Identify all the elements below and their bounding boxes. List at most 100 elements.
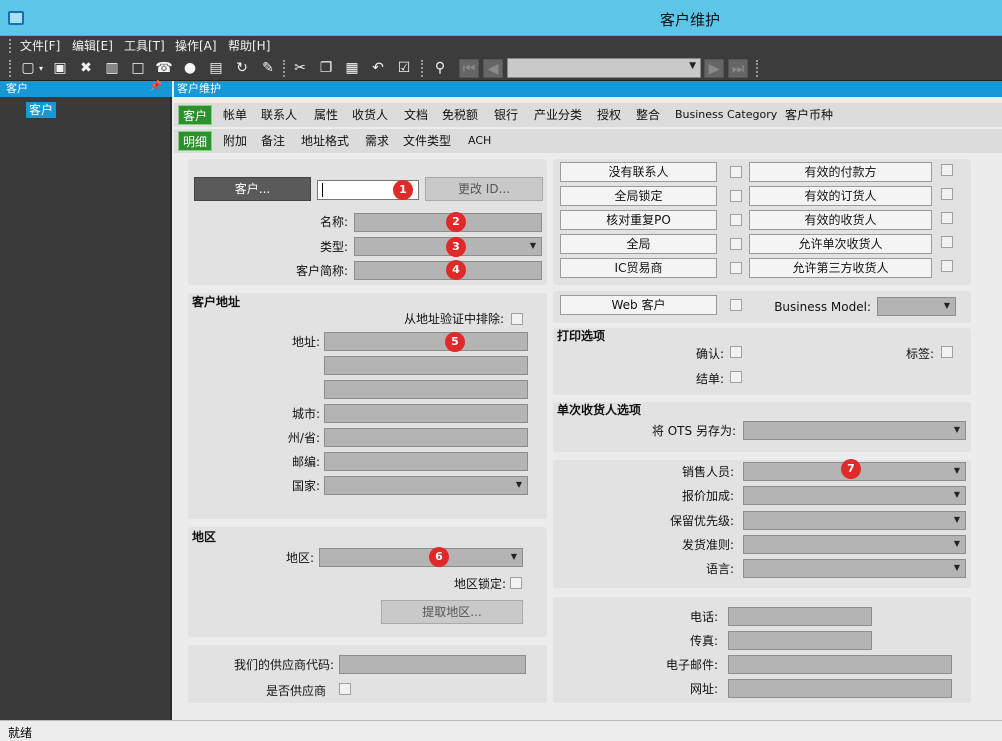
pin-icon[interactable]: 📌 xyxy=(150,81,162,92)
tab-file-types[interactable]: 文件类型 xyxy=(403,131,451,151)
address-line3-input[interactable] xyxy=(324,380,528,399)
menu-actions[interactable]: 操作[A] xyxy=(175,38,217,54)
tab-documents[interactable]: 文档 xyxy=(404,105,428,125)
email-input[interactable] xyxy=(728,655,952,674)
undo-icon[interactable]: ↶ xyxy=(368,59,388,78)
fetch-region-button[interactable]: 提取地区... xyxy=(381,600,523,624)
language-select[interactable]: ▼ xyxy=(743,559,966,578)
allow-third-party-shipto-button[interactable]: 允许第三方收货人 xyxy=(749,258,932,278)
tab-billing[interactable]: 帐单 xyxy=(223,105,247,125)
state-input[interactable] xyxy=(324,428,528,447)
paste-icon[interactable]: ▦ xyxy=(342,59,362,78)
tab-ach[interactable]: ACH xyxy=(468,131,491,151)
last-record-icon[interactable]: ⏭ xyxy=(728,59,748,78)
checklist-icon[interactable]: ☑ xyxy=(394,59,414,78)
valid-orderer-button[interactable]: 有效的订货人 xyxy=(749,186,932,206)
no-contacts-checkbox[interactable] xyxy=(730,166,742,178)
phone-input[interactable] xyxy=(728,607,872,626)
note-icon[interactable]: □ xyxy=(128,59,148,78)
next-record-icon[interactable]: ▶ xyxy=(704,59,724,78)
tab-ship-to[interactable]: 收货人 xyxy=(352,105,388,125)
quote-markup-select[interactable]: ▼ xyxy=(743,486,966,505)
tab-contacts[interactable]: 联系人 xyxy=(261,105,297,125)
prev-record-icon[interactable]: ◀ xyxy=(483,59,503,78)
tree-item-customer[interactable]: 客户 xyxy=(26,102,57,118)
tag-checkbox[interactable] xyxy=(941,346,953,358)
menu-tools[interactable]: 工具[T] xyxy=(124,38,165,54)
no-contacts-button[interactable]: 没有联系人 xyxy=(560,162,717,182)
comment-icon[interactable]: ● xyxy=(180,59,200,78)
allow-one-time-shipto-checkbox[interactable] xyxy=(941,236,953,248)
clear-icon[interactable]: ✎ xyxy=(258,59,278,78)
tab-customer-currency[interactable]: 客户币种 xyxy=(785,105,833,125)
reserve-priority-select[interactable]: ▼ xyxy=(743,511,966,530)
customer-button[interactable]: 客户... xyxy=(194,177,311,201)
phone-icon[interactable]: ☎ xyxy=(154,59,174,78)
tab-attributes[interactable]: 属性 xyxy=(314,105,338,125)
tab-integration[interactable]: 整合 xyxy=(636,105,660,125)
check-duplicate-po-checkbox[interactable] xyxy=(730,214,742,226)
global-lock-button[interactable]: 全局锁定 xyxy=(560,186,717,206)
cut-icon[interactable]: ✂ xyxy=(290,59,310,78)
tab-detail[interactable]: 明细 xyxy=(178,131,213,151)
shipping-rule-select[interactable]: ▼ xyxy=(743,535,966,554)
confirm-checkbox[interactable] xyxy=(730,346,742,358)
ic-trader-checkbox[interactable] xyxy=(730,262,742,274)
city-input[interactable] xyxy=(324,404,528,423)
website-input[interactable] xyxy=(728,679,952,698)
address-line2-input[interactable] xyxy=(324,356,528,375)
address-line1-input[interactable] xyxy=(324,332,528,351)
country-select[interactable]: ▼ xyxy=(324,476,528,495)
global-lock-checkbox[interactable] xyxy=(730,190,742,202)
web-customer-checkbox[interactable] xyxy=(730,299,742,311)
ic-trader-button[interactable]: IC贸易商 xyxy=(560,258,717,278)
global-button[interactable]: 全局 xyxy=(560,234,717,254)
menu-edit[interactable]: 编辑[E] xyxy=(72,38,113,54)
tab-customer[interactable]: 客户 xyxy=(178,105,213,125)
fax-input[interactable] xyxy=(728,631,872,650)
tab-tax-exempt[interactable]: 免税额 xyxy=(442,105,478,125)
allow-one-time-shipto-button[interactable]: 允许单次收货人 xyxy=(749,234,932,254)
clipboard-icon[interactable]: ▤ xyxy=(206,59,226,78)
tab-bank[interactable]: 银行 xyxy=(494,105,518,125)
region-select[interactable]: ▼ xyxy=(319,548,523,567)
first-record-icon[interactable]: ⏮ xyxy=(459,59,479,78)
tab-requirements[interactable]: 需求 xyxy=(365,131,389,151)
zip-input[interactable] xyxy=(324,452,528,471)
copy-icon[interactable]: ❐ xyxy=(316,59,336,78)
exclude-validation-checkbox[interactable] xyxy=(511,313,523,325)
refresh-icon[interactable]: ↻ xyxy=(232,59,252,78)
web-customer-button[interactable]: Web 客户 xyxy=(560,295,717,315)
tab-industry-class[interactable]: 产业分类 xyxy=(534,105,582,125)
business-model-select[interactable]: ▼ xyxy=(877,297,956,316)
statement-checkbox[interactable] xyxy=(730,371,742,383)
region-lock-label: 地区锁定: xyxy=(453,577,506,591)
new-dropdown-icon[interactable]: ▾ xyxy=(36,59,46,78)
save-icon[interactable]: ▣ xyxy=(50,59,70,78)
change-id-button[interactable]: 更改 ID... xyxy=(425,177,543,201)
allow-third-party-shipto-checkbox[interactable] xyxy=(941,260,953,272)
valid-receiver-button[interactable]: 有效的收货人 xyxy=(749,210,932,230)
tab-business-category[interactable]: Business Category xyxy=(675,105,777,125)
record-selector-combo[interactable]: ▼ xyxy=(507,58,701,78)
valid-receiver-checkbox[interactable] xyxy=(941,212,953,224)
vendor-code-input[interactable] xyxy=(339,655,526,674)
tab-address-format[interactable]: 地址格式 xyxy=(301,131,349,151)
valid-payer-checkbox[interactable] xyxy=(941,164,953,176)
new-icon[interactable]: ▢ xyxy=(18,59,38,78)
valid-orderer-checkbox[interactable] xyxy=(941,188,953,200)
binoculars-icon[interactable]: ⚲ xyxy=(430,59,450,78)
global-checkbox[interactable] xyxy=(730,238,742,250)
tab-authorization[interactable]: 授权 xyxy=(597,105,621,125)
ots-save-as-select[interactable]: ▼ xyxy=(743,421,966,440)
book-icon[interactable]: ▥ xyxy=(102,59,122,78)
menu-file[interactable]: 文件[F] xyxy=(20,38,60,54)
tab-notes[interactable]: 备注 xyxy=(261,131,285,151)
region-lock-checkbox[interactable] xyxy=(510,577,522,589)
check-duplicate-po-button[interactable]: 核对重复PO xyxy=(560,210,717,230)
delete-icon[interactable]: ✖ xyxy=(76,59,96,78)
valid-payer-button[interactable]: 有效的付款方 xyxy=(749,162,932,182)
tab-additional[interactable]: 附加 xyxy=(223,131,247,151)
is-vendor-checkbox[interactable] xyxy=(339,683,351,695)
menu-help[interactable]: 帮助[H] xyxy=(228,38,270,54)
